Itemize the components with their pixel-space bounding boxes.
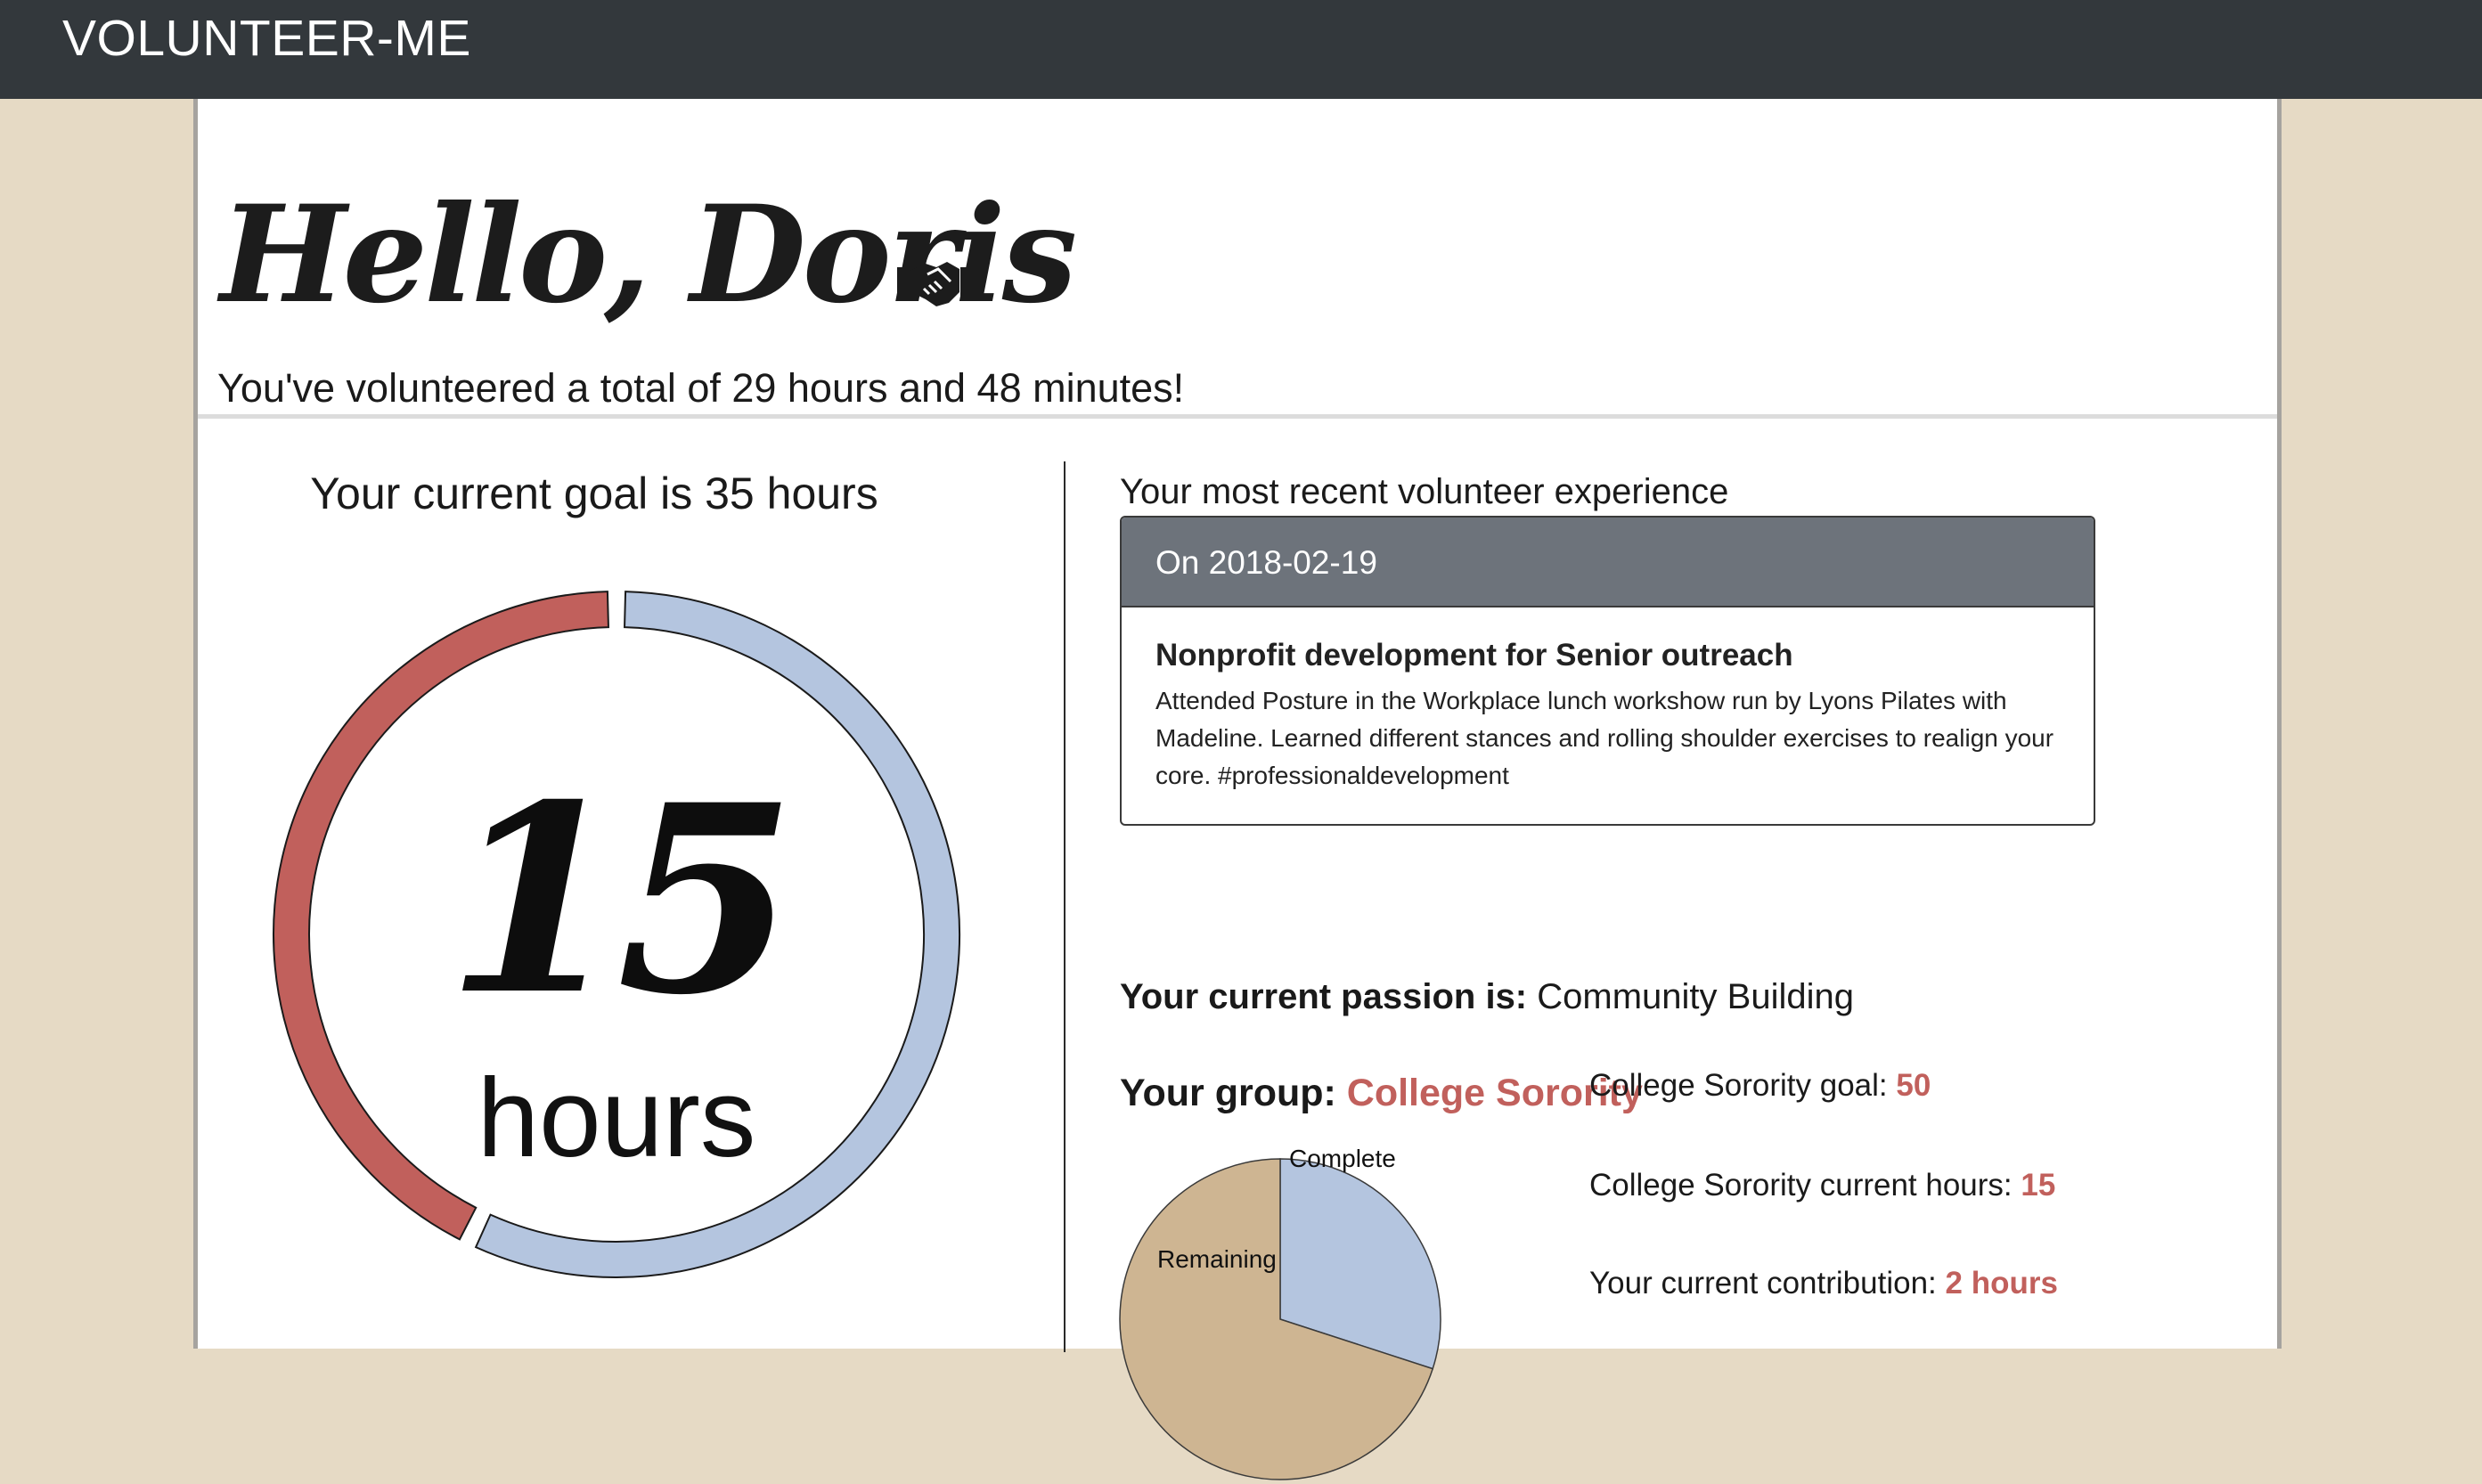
card-date-header: On 2018-02-19 [1122,518,2094,607]
brand-logo[interactable]: VOLUNTEER-ME [62,7,471,69]
contribution-label: Your current contribution: [1589,1266,1937,1301]
card-description: Attended Posture in the Workplace lunch … [1155,687,2054,789]
group-line: Your group: College Sorority [1120,1048,1643,1137]
current-hours-number: 15 [445,749,796,1052]
greeting-heading: Hello, Doris [220,176,1077,333]
group-current-value: 15 [2021,1168,2056,1203]
dashboard-panel: Hello, Doris You've volunteered a total … [193,99,2282,1480]
group-progress-pie [1119,1158,1441,1480]
group-goal-value: 50 [1896,1068,1931,1103]
handshake-icon [897,262,972,306]
group-current-label: College Sorority current hours: [1589,1168,2013,1203]
card-title: Nonprofit development for Senior outreac… [1155,638,1793,673]
group-goal-stat: College Sorority goal: 50 [1589,1059,1931,1113]
group-current-stat: College Sorority current hours: 15 [1589,1159,2055,1212]
contribution-value: 2 hours [1945,1266,2058,1301]
divider [198,414,2277,419]
passion-label: Your current passion is: [1120,977,1528,1016]
column-divider [1064,461,1065,1352]
pie-complete-label: Complete [1289,1145,1396,1172]
top-navbar: VOLUNTEER-ME [0,0,2482,99]
current-hours-unit: hours [477,1056,756,1180]
passion-value: Community Building [1537,977,1854,1016]
passion-line: Your current passion is: Community Build… [1120,952,1854,1041]
recent-experience-card[interactable]: On 2018-02-19 Nonprofit development for … [1120,516,2095,826]
group-goal-label: College Sorority goal: [1589,1068,1888,1103]
goal-title: Your current goal is 35 hours [310,469,878,518]
group-label: Your group: [1120,1072,1336,1114]
pie-remaining-label: Remaining [1157,1245,1277,1273]
contribution-stat: Your current contribution: 2 hours [1589,1257,2058,1310]
